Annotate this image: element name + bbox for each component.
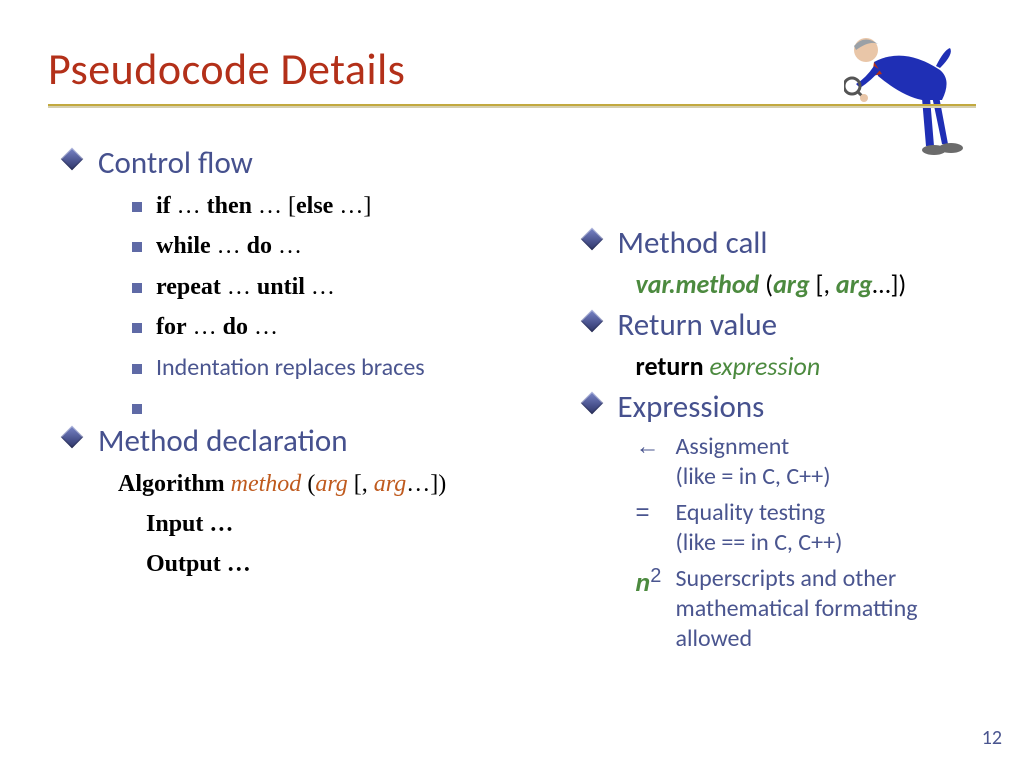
square-bullet-icon [132, 323, 142, 333]
square-bullet-icon [132, 283, 142, 293]
diamond-icon [61, 426, 84, 449]
cf-item-text: repeat … until … [156, 271, 335, 303]
heading-control-flow: Control flow [64, 144, 528, 182]
cf-item-empty [132, 392, 528, 414]
expr-symbol: = [636, 498, 666, 528]
heading-text: Control flow [98, 144, 253, 182]
cf-item: if … then … [else …] [132, 190, 528, 222]
expr-text: Equality testing(like == in C, C++) [676, 498, 843, 558]
expr-equality: = Equality testing(like == in C, C++) [636, 498, 976, 558]
cf-item: repeat … until … [132, 271, 528, 303]
right-column: Method call var.method (arg [, arg…]) Re… [568, 126, 976, 660]
heading-return-value: Return value [584, 306, 976, 344]
slide: Pseudocode Details Control flow if … the… [0, 0, 1024, 768]
heading-text: Method call [618, 224, 768, 262]
diamond-icon [580, 310, 603, 333]
heading-method-call: Method call [584, 224, 976, 262]
cf-item-text: if … then … [else …] [156, 190, 371, 222]
heading-text: Method declaration [98, 422, 348, 460]
expr-text: Assignment(like = in C, C++) [676, 432, 831, 492]
cf-item-text: Indentation replaces braces [156, 352, 425, 384]
return-line: return expression [636, 350, 976, 382]
expr-text: Superscripts and other mathematical form… [676, 564, 976, 654]
square-bullet-icon [132, 202, 142, 212]
left-column: Control flow if … then … [else …] while … [48, 126, 528, 660]
heading-method-declaration: Method declaration [64, 422, 528, 460]
square-bullet-icon [132, 364, 142, 374]
square-bullet-icon [132, 404, 142, 414]
cf-item-text: for … do … [156, 311, 278, 343]
expr-assignment: ← Assignment(like = in C, C++) [636, 432, 976, 492]
cf-item-text: while … do … [156, 230, 302, 262]
output-line: Output … [146, 546, 528, 582]
algorithm-line: Algorithm method (arg [, arg…]) [118, 466, 528, 502]
heading-text: Return value [618, 306, 778, 344]
cf-item: while … do … [132, 230, 528, 262]
diamond-icon [61, 148, 84, 171]
page-number: 12 [982, 726, 1002, 750]
slide-title: Pseudocode Details [48, 42, 976, 96]
title-underline [48, 104, 976, 108]
input-line: Input … [146, 506, 528, 542]
expr-symbol: ← [636, 432, 666, 462]
square-bullet-icon [132, 242, 142, 252]
heading-text: Expressions [618, 388, 765, 426]
expr-superscript: n2 Superscripts and other mathematical f… [636, 564, 976, 654]
expr-symbol: n2 [636, 564, 666, 599]
cf-item-indentation: Indentation replaces braces [132, 352, 528, 384]
diamond-icon [580, 228, 603, 251]
diamond-icon [580, 392, 603, 415]
content-columns: Control flow if … then … [else …] while … [48, 126, 976, 660]
cf-item: for … do … [132, 311, 528, 343]
method-call-line: var.method (arg [, arg…]) [636, 268, 976, 300]
heading-expressions: Expressions [584, 388, 976, 426]
